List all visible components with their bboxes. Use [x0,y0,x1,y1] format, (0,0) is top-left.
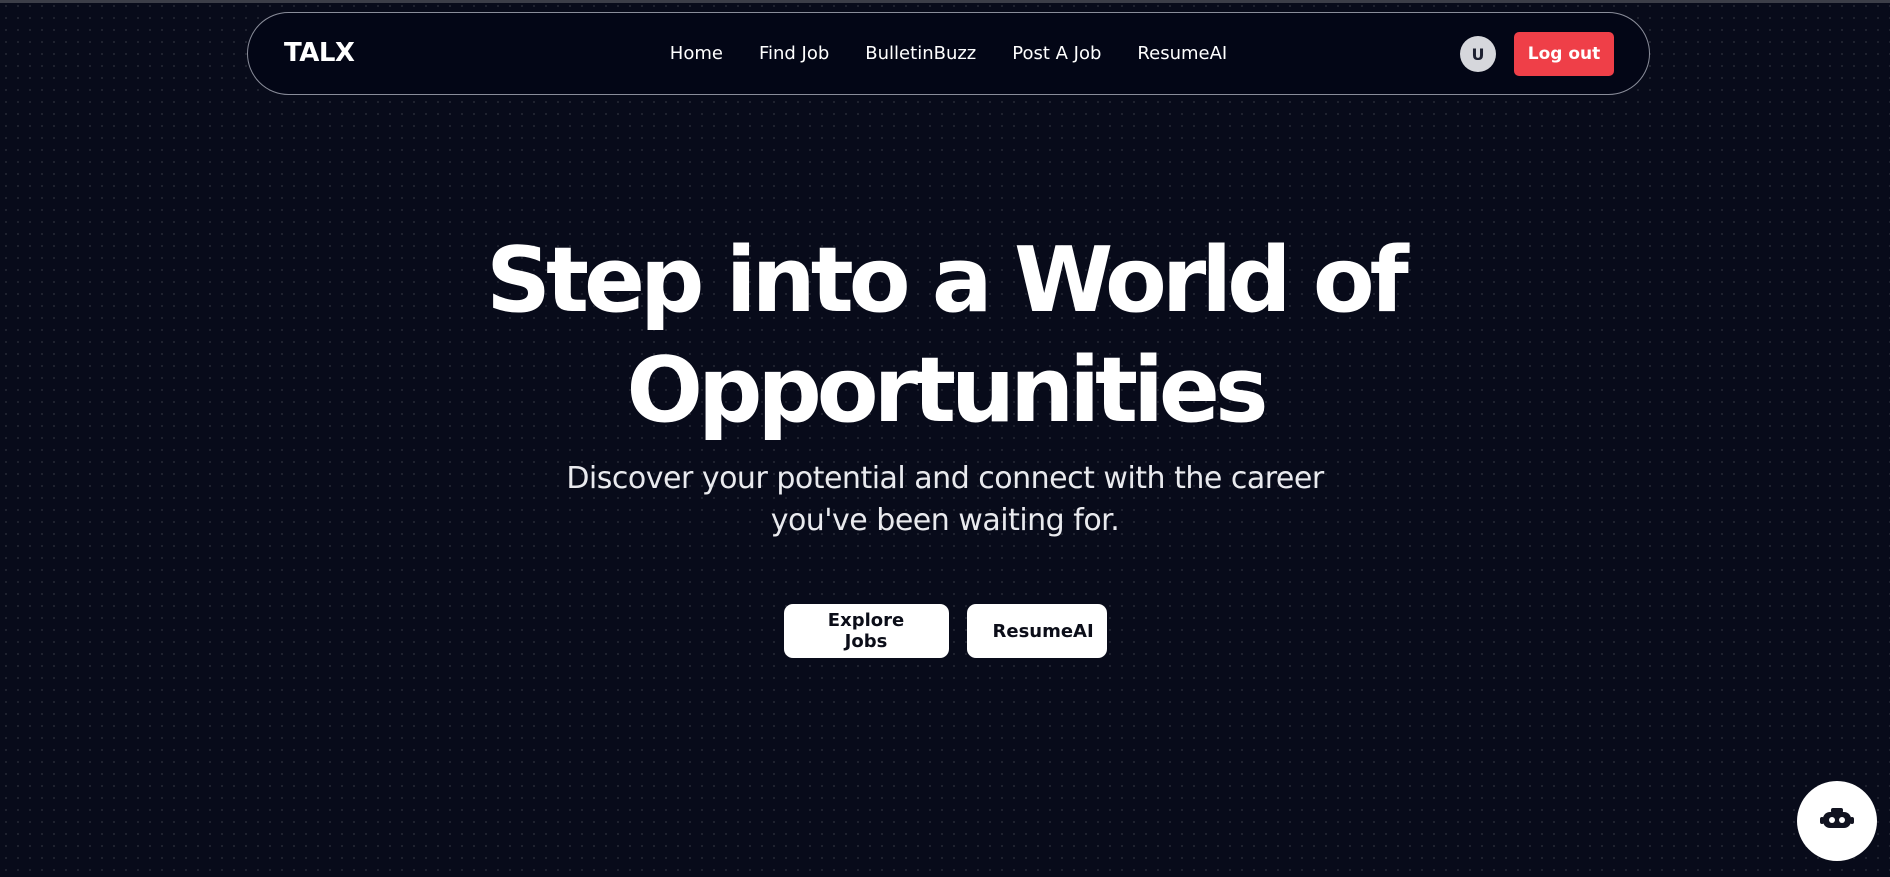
robot-icon [1819,807,1855,835]
nav-link-bulletinbuzz[interactable]: BulletinBuzz [865,43,976,64]
main-nav: Home Find Job BulletinBuzz Post A Job Re… [248,13,1649,94]
window-top-border [0,0,1890,3]
hero-subtitle-line-2: you've been waiting for. [770,503,1120,538]
hero-cta-row: Explore Jobs ResumeAI [0,604,1890,658]
nav-link-post-a-job[interactable]: Post A Job [1012,43,1101,64]
hero-title-line-2: Opportunities [626,338,1268,443]
nav-link-resumeai[interactable]: ResumeAI [1137,43,1227,64]
top-navbar: TALX Home Find Job BulletinBuzz Post A J… [247,12,1650,95]
user-avatar[interactable]: U [1460,36,1496,72]
hero-subtitle: Discover your potential and connect with… [0,458,1890,542]
explore-jobs-button[interactable]: Explore Jobs [783,604,949,658]
hero-title: Step into a World of Opportunities [0,226,1890,446]
chatbot-launcher-button[interactable] [1797,781,1877,861]
nav-link-home[interactable]: Home [670,43,723,64]
logout-button[interactable]: Log out [1514,32,1614,76]
hero-subtitle-line-1: Discover your potential and connect with… [566,461,1324,496]
hero-title-line-1: Step into a World of [486,228,1409,333]
resumeai-button[interactable]: ResumeAI [966,604,1107,658]
nav-link-find-job[interactable]: Find Job [759,43,829,64]
